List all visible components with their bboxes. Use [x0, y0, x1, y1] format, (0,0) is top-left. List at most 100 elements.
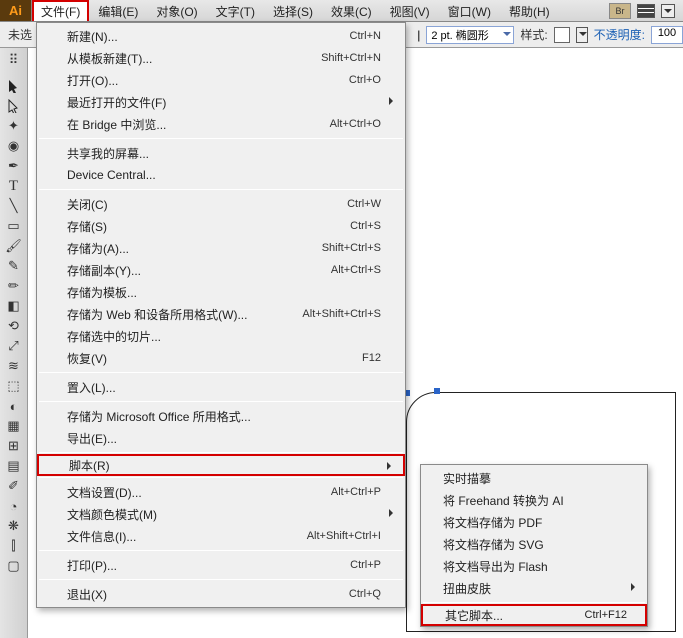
submenu-item[interactable]: 将文档存储为 PDF: [421, 511, 647, 533]
menu-item[interactable]: 打印(P)...Ctrl+P: [37, 554, 405, 576]
menu-item[interactable]: 文件信息(I)...Alt+Shift+Ctrl+I: [37, 525, 405, 547]
paintbrush-tool-icon[interactable]: 🖌: [2, 236, 26, 256]
menu-item[interactable]: 从模板新建(T)...Shift+Ctrl+N: [37, 47, 405, 69]
shape-builder-tool-icon[interactable]: ◐: [2, 396, 26, 416]
submenu-item-label: 将 Freehand 转换为 AI: [443, 492, 629, 509]
menu-item[interactable]: 退出(X)Ctrl+Q: [37, 583, 405, 605]
free-transform-tool-icon[interactable]: ⬚: [2, 376, 26, 396]
submenu-item-label: 将文档导出为 Flash: [443, 558, 629, 575]
menu-item[interactable]: 新建(N)...Ctrl+N: [37, 25, 405, 47]
menu-item[interactable]: 文档设置(D)...Alt+Ctrl+P: [37, 481, 405, 503]
submenu-item[interactable]: 其它脚本...Ctrl+F12: [421, 604, 647, 626]
menu-帮助[interactable]: 帮助(H): [500, 0, 559, 21]
menu-item-label: 文档设置(D)...: [67, 484, 331, 501]
menu-separator: [39, 401, 403, 402]
menu-item[interactable]: 导出(E)...: [37, 427, 405, 449]
rotate-tool-icon[interactable]: ⟲: [2, 316, 26, 336]
submenu-item[interactable]: 扭曲皮肤: [421, 577, 647, 599]
menu-选择[interactable]: 选择(S): [264, 0, 322, 21]
scale-tool-icon[interactable]: ⤢: [2, 336, 26, 356]
menu-item-label: Device Central...: [67, 168, 381, 182]
submenu-item[interactable]: 将文档存储为 SVG: [421, 533, 647, 555]
menu-item[interactable]: 共享我的屏幕...: [37, 142, 405, 164]
menu-文件[interactable]: 文件(F): [32, 0, 89, 21]
menu-item[interactable]: 存储为 Microsoft Office 所用格式...: [37, 405, 405, 427]
menu-item[interactable]: 关闭(C)Ctrl+W: [37, 193, 405, 215]
menu-item[interactable]: 存储(S)Ctrl+S: [37, 215, 405, 237]
pen-tool-icon[interactable]: ✒: [2, 156, 26, 176]
style-dropdown-icon[interactable]: [576, 27, 588, 43]
menu-item[interactable]: 存储为 Web 和设备所用格式(W)...Alt+Shift+Ctrl+S: [37, 303, 405, 325]
column-graph-tool-icon[interactable]: ⫿: [2, 536, 26, 556]
menu-item[interactable]: 存储为(A)...Shift+Ctrl+S: [37, 237, 405, 259]
menu-窗口[interactable]: 窗口(W): [439, 0, 500, 21]
artboard-tool-icon[interactable]: ▢: [2, 556, 26, 576]
divider-icon: |: [417, 28, 420, 42]
blend-tool-icon[interactable]: ◔: [2, 496, 26, 516]
menu-item[interactable]: 恢复(V)F12: [37, 347, 405, 369]
menu-item-label: 退出(X): [67, 586, 349, 603]
menu-item-label: 存储为 Microsoft Office 所用格式...: [67, 408, 381, 425]
menu-视图[interactable]: 视图(V): [381, 0, 439, 21]
menu-item[interactable]: 置入(L)...: [37, 376, 405, 398]
menu-separator: [39, 452, 403, 453]
eyedropper-tool-icon[interactable]: ✐: [2, 476, 26, 496]
magic-wand-tool-icon[interactable]: ✦: [2, 116, 26, 136]
lasso-tool-icon[interactable]: ◉: [2, 136, 26, 156]
submenu-item[interactable]: 将 Freehand 转换为 AI: [421, 489, 647, 511]
style-swatch[interactable]: [554, 27, 570, 43]
anchor-handle[interactable]: [434, 388, 440, 394]
menu-separator: [423, 602, 645, 603]
line-tool-icon[interactable]: ╲: [2, 196, 26, 216]
pencil-tool-icon[interactable]: ✎: [2, 256, 26, 276]
direct-selection-tool-icon[interactable]: [2, 96, 26, 116]
menu-item-shortcut: Shift+Ctrl+N: [321, 52, 381, 64]
menu-item[interactable]: 打开(O)...Ctrl+O: [37, 69, 405, 91]
symbol-sprayer-tool-icon[interactable]: ❋: [2, 516, 26, 536]
menu-item-label: 文档颜色模式(M): [67, 506, 381, 523]
submenu-item-label: 将文档存储为 PDF: [443, 514, 629, 531]
gradient-tool-icon[interactable]: ▤: [2, 456, 26, 476]
selection-tool-icon[interactable]: [2, 76, 26, 96]
submenu-arrow-icon: [631, 583, 639, 591]
perspective-tool-icon[interactable]: ▦: [2, 416, 26, 436]
menu-item[interactable]: Device Central...: [37, 164, 405, 186]
submenu-item[interactable]: 将文档导出为 Flash: [421, 555, 647, 577]
menu-item-shortcut: F12: [362, 352, 381, 364]
menu-item[interactable]: 最近打开的文件(F): [37, 91, 405, 113]
blob-brush-tool-icon[interactable]: ✏: [2, 276, 26, 296]
menu-item[interactable]: 文档颜色模式(M): [37, 503, 405, 525]
menu-item[interactable]: 在 Bridge 中浏览...Alt+Ctrl+O: [37, 113, 405, 135]
menu-文字[interactable]: 文字(T): [207, 0, 264, 21]
layout-grid-icon[interactable]: [637, 4, 655, 18]
bridge-button[interactable]: Br: [609, 3, 631, 19]
submenu-item[interactable]: 实时描摹: [421, 467, 647, 489]
grab-icon[interactable]: ⠿: [2, 50, 26, 70]
opacity-label[interactable]: 不透明度:: [594, 26, 645, 43]
menu-item-shortcut: Shift+Ctrl+S: [322, 242, 381, 254]
stroke-profile-combo[interactable]: 2 pt. 椭圆形: [426, 26, 514, 44]
rectangle-tool-icon[interactable]: ▭: [2, 216, 26, 236]
menu-item[interactable]: 存储为模板...: [37, 281, 405, 303]
menu-item-shortcut: Ctrl+Q: [349, 588, 381, 600]
workspace-dropdown-icon[interactable]: [661, 4, 675, 18]
opacity-input[interactable]: 100: [651, 26, 683, 44]
menu-item[interactable]: 脚本(R): [37, 454, 405, 476]
menu-item[interactable]: 存储副本(Y)...Alt+Ctrl+S: [37, 259, 405, 281]
width-tool-icon[interactable]: ≋: [2, 356, 26, 376]
submenu-item-shortcut: Ctrl+F12: [585, 609, 628, 621]
selection-status: 未选: [8, 26, 32, 43]
menu-item-label: 导出(E)...: [67, 430, 381, 447]
menu-item-shortcut: Alt+Ctrl+P: [331, 486, 381, 498]
eraser-tool-icon[interactable]: ◧: [2, 296, 26, 316]
menu-item-label: 存储为(A)...: [67, 240, 322, 257]
type-tool-icon[interactable]: T: [2, 176, 26, 196]
menu-item[interactable]: 存储选中的切片...: [37, 325, 405, 347]
menu-编辑[interactable]: 编辑(E): [89, 0, 147, 21]
menu-对象[interactable]: 对象(O): [147, 0, 206, 21]
menu-separator: [39, 138, 403, 139]
menu-效果[interactable]: 效果(C): [322, 0, 381, 21]
menu-item-shortcut: Ctrl+S: [350, 220, 381, 232]
mesh-tool-icon[interactable]: ⊞: [2, 436, 26, 456]
menu-separator: [39, 189, 403, 190]
